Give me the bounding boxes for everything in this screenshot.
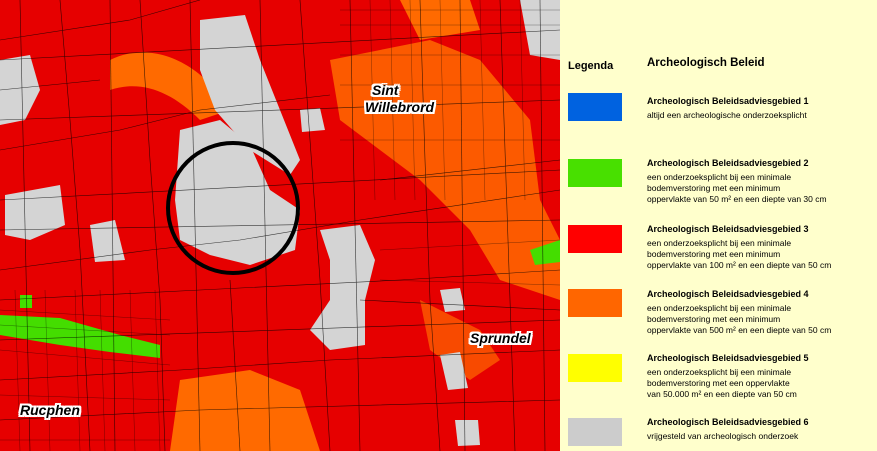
zone6-area-s1: [455, 420, 480, 446]
legend-entry-line: bodemverstoring met een oppervlakte: [647, 378, 790, 388]
legend-entry-line: bodemverstoring met een minimum: [647, 249, 781, 259]
legend-entry-line: van 50.000 m² en een diepte van 50 cm: [647, 389, 797, 399]
legend-entry-line: oppervlakte van 100 m² en een diepte van…: [647, 260, 832, 270]
legend-entry-title: Archeologisch Beleidsadviesgebied 1: [647, 96, 809, 106]
legend-swatch-2: [568, 159, 622, 187]
legend-entry-title: Archeologisch Beleidsadviesgebied 4: [647, 289, 809, 299]
legend-entry-1: Archeologisch Beleidsadviesgebied 1 alti…: [647, 96, 873, 121]
legend-heading: Legenda: [568, 60, 614, 72]
legend-entry-title: Archeologisch Beleidsadviesgebied 5: [647, 353, 809, 363]
legend-entry-5: Archeologisch Beleidsadviesgebied 5 een …: [647, 353, 873, 400]
legend-panel: Legenda Archeologisch Beleid Archeologis…: [560, 0, 877, 451]
place-label-willebrord: Willebrord: [365, 99, 435, 115]
legend-entry-line: oppervlakte van 50 m² en een diepte van …: [647, 194, 827, 204]
legend-entry-line: een onderzoeksplicht bij een minimale: [647, 172, 792, 182]
legend-entry-title: Archeologisch Beleidsadviesgebied 2: [647, 158, 809, 168]
legend-entry-2: Archeologisch Beleidsadviesgebied 2 een …: [647, 158, 873, 205]
place-label-rucphen: Rucphen: [20, 402, 80, 418]
map-canvas: [0, 0, 560, 451]
legend-entry-4: Archeologisch Beleidsadviesgebied 4 een …: [647, 289, 873, 336]
legend-entry-line: een onderzoeksplicht bij een minimale: [647, 367, 792, 377]
place-label-sprundel: Sprundel: [470, 330, 531, 346]
legend-entry-line: oppervlakte van 500 m² en een diepte van…: [647, 325, 832, 335]
legend-entry-line: altijd een archeologische onderzoeksplic…: [647, 110, 807, 120]
legend-entry-6: Archeologisch Beleidsadviesgebied 6 vrij…: [647, 417, 873, 442]
legend-entry-line: een onderzoeksplicht bij een minimale: [647, 303, 792, 313]
zone2-area-small: [20, 295, 32, 308]
legend-entry-line: vrijgesteld van archeologisch onderzoek: [647, 431, 799, 441]
legend-entry-line: een onderzoeksplicht bij een minimale: [647, 238, 792, 248]
map-panel[interactable]: Sint Willebrord Sprundel Rucphen: [0, 0, 560, 451]
legend-swatch-1: [568, 93, 622, 121]
legend-swatch-6: [568, 418, 622, 446]
legend-swatch-4: [568, 289, 622, 317]
legend-entry-line: bodemverstoring met een minimum: [647, 314, 781, 324]
legend-swatch-5: [568, 354, 622, 382]
legend-entry-title: Archeologisch Beleidsadviesgebied 6: [647, 417, 809, 427]
place-label-sint: Sint: [372, 82, 399, 98]
legend-title: Archeologisch Beleid: [647, 57, 765, 69]
legend-entry-line: bodemverstoring met een minimum: [647, 183, 781, 193]
legend-entry-3: Archeologisch Beleidsadviesgebied 3 een …: [647, 224, 873, 271]
legend-swatch-3: [568, 225, 622, 253]
legend-entry-title: Archeologisch Beleidsadviesgebied 3: [647, 224, 809, 234]
